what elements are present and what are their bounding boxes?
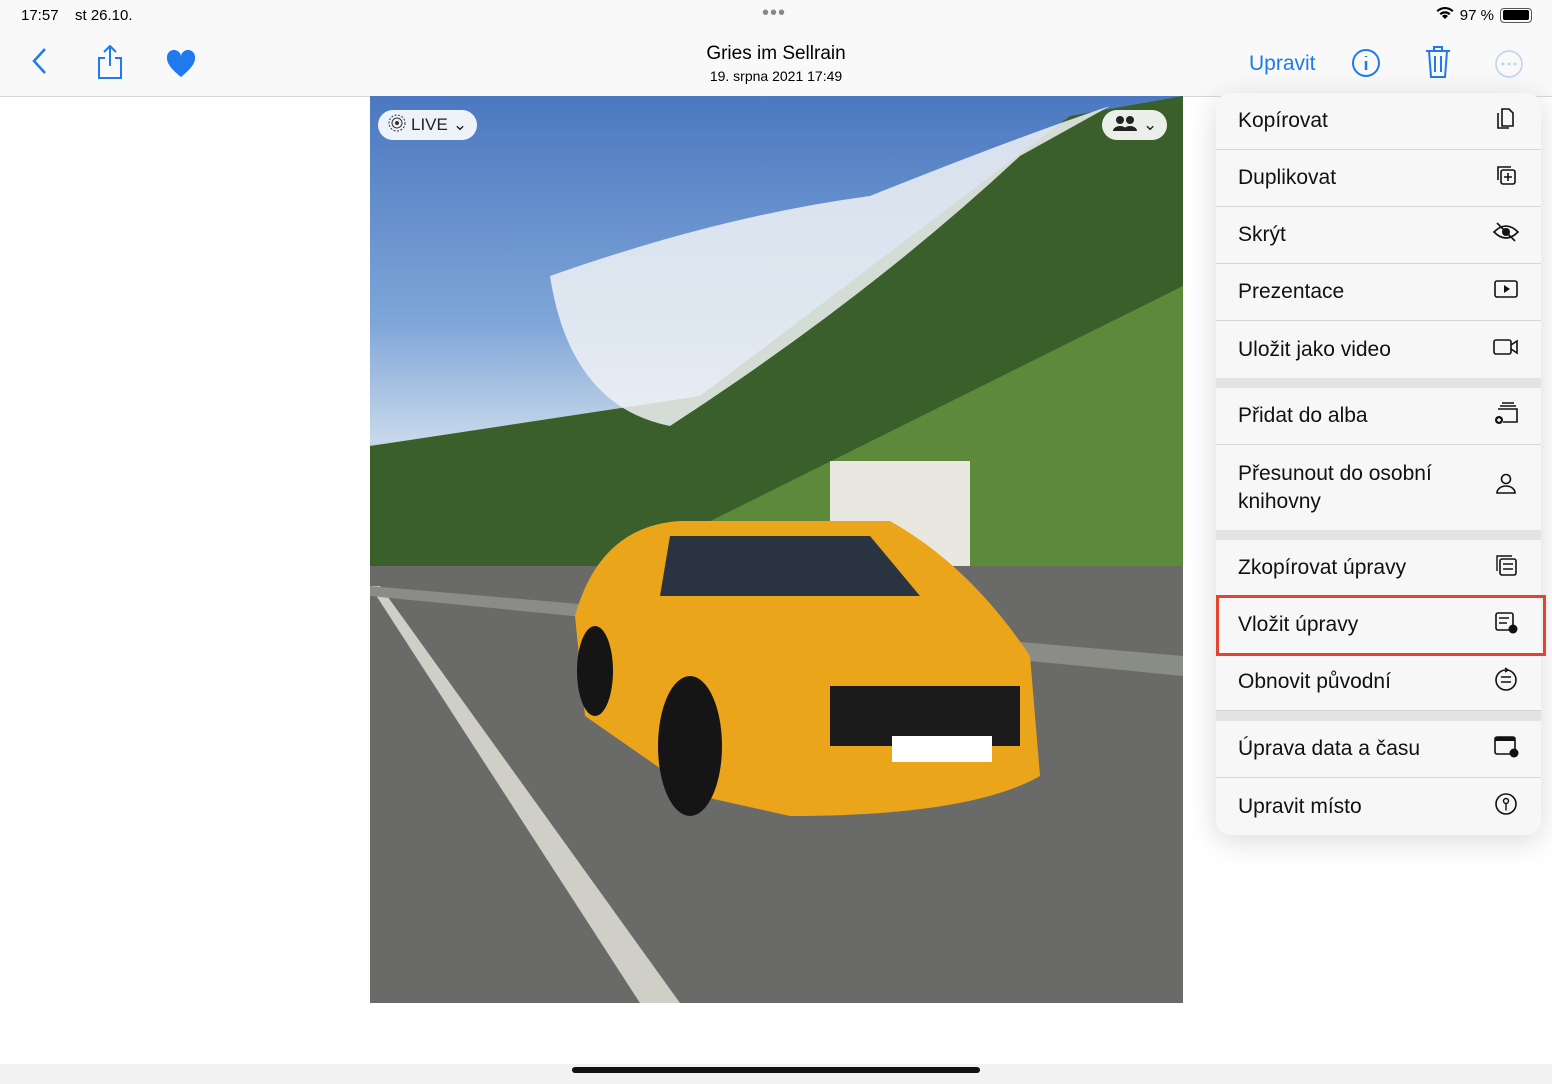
menu-item-hide[interactable]: Skrýt xyxy=(1216,207,1541,264)
menu-item-label: Zkopírovat úpravy xyxy=(1238,556,1407,579)
photo-scene xyxy=(370,96,1183,1003)
play-rectangle-icon xyxy=(1493,276,1519,308)
person-icon xyxy=(1493,471,1519,505)
info-icon[interactable] xyxy=(1351,48,1381,83)
duplicate-icon xyxy=(1493,162,1519,194)
live-icon xyxy=(388,114,406,137)
status-date: st 26.10. xyxy=(75,7,133,24)
chevron-down-icon: ⌄ xyxy=(1143,115,1158,134)
menu-item-adjust-location[interactable]: Upravit místo xyxy=(1216,778,1541,835)
chevron-down-icon: ⌄ xyxy=(452,115,468,134)
menu-item-label: Upravit místo xyxy=(1238,794,1362,818)
home-indicator[interactable] xyxy=(572,1067,980,1073)
menu-item-duplicate[interactable]: Duplikovat xyxy=(1216,150,1541,207)
people-icon xyxy=(1112,115,1138,136)
calendar-clock-icon xyxy=(1493,733,1519,765)
menu-separator xyxy=(1216,530,1541,540)
menu-item-slideshow[interactable]: Prezentace xyxy=(1216,264,1541,321)
battery-percent: 97 % xyxy=(1459,6,1494,24)
menu-separator xyxy=(1216,378,1541,388)
menu-item-adjust-date-time[interactable]: Úprava data a času xyxy=(1216,721,1541,778)
copy-icon xyxy=(1493,105,1519,137)
menu-item-copy-edits[interactable]: Zkopírovat úpravy xyxy=(1216,540,1541,597)
location-icon xyxy=(1493,791,1519,823)
status-bar: 17:57 st 26.10. ••• 97 % xyxy=(0,0,1552,30)
live-photo-toggle[interactable]: LIVE ⌄ xyxy=(378,110,478,140)
menu-item-label: Prezentace xyxy=(1238,280,1345,303)
video-icon xyxy=(1493,334,1519,366)
trash-icon[interactable] xyxy=(1424,45,1452,84)
wifi-icon xyxy=(1436,6,1454,24)
photo-date: 19. srpna 2021 17:49 xyxy=(709,68,843,84)
more-icon[interactable] xyxy=(1495,50,1523,83)
status-time: 17:57 xyxy=(21,7,59,24)
menu-item-label: Skrýt xyxy=(1238,223,1286,246)
menu-item-label: Uložit jako video xyxy=(1238,337,1391,361)
multitasking-dots-icon[interactable]: ••• xyxy=(762,2,786,25)
menu-item-move-to-personal-library[interactable]: Přesunout do osobní knihovny xyxy=(1216,445,1541,530)
menu-item-label: Přesunout do osobní knihovny xyxy=(1238,461,1432,513)
menu-item-label: Obnovit původní xyxy=(1238,670,1391,693)
copy-adjustments-icon xyxy=(1493,552,1519,584)
menu-item-label: Úprava data a času xyxy=(1238,737,1421,760)
people-button[interactable]: ⌄ xyxy=(1102,110,1168,140)
edit-button[interactable]: Upravit xyxy=(1249,52,1316,76)
navigation-bar: 17:57 st 26.10. ••• 97 % Gries im Sellra… xyxy=(0,0,1552,97)
menu-item-add-to-album[interactable]: Přidat do alba xyxy=(1216,388,1541,445)
menu-item-copy[interactable]: Kopírovat xyxy=(1216,93,1541,150)
menu-item-save-as-video[interactable]: Uložit jako video xyxy=(1216,321,1541,378)
eye-slash-icon xyxy=(1492,219,1520,251)
more-menu: Kopírovat Duplikovat Skrýt Prezentace Ul… xyxy=(1216,93,1541,835)
battery-icon xyxy=(1500,7,1532,23)
highlight-box xyxy=(1216,595,1546,656)
live-label: LIVE xyxy=(411,115,448,134)
revert-icon xyxy=(1493,666,1519,698)
menu-item-label: Kopírovat xyxy=(1238,109,1328,132)
menu-item-label: Duplikovat xyxy=(1238,166,1337,189)
menu-separator xyxy=(1216,711,1541,721)
menu-item-revert-original[interactable]: Obnovit původní xyxy=(1216,654,1541,711)
menu-item-label: Přidat do alba xyxy=(1238,404,1368,427)
photo-title: Gries im Sellrain xyxy=(706,43,846,64)
add-to-album-icon xyxy=(1493,400,1519,432)
photo[interactable]: LIVE ⌄ ⌄ xyxy=(370,96,1183,1003)
